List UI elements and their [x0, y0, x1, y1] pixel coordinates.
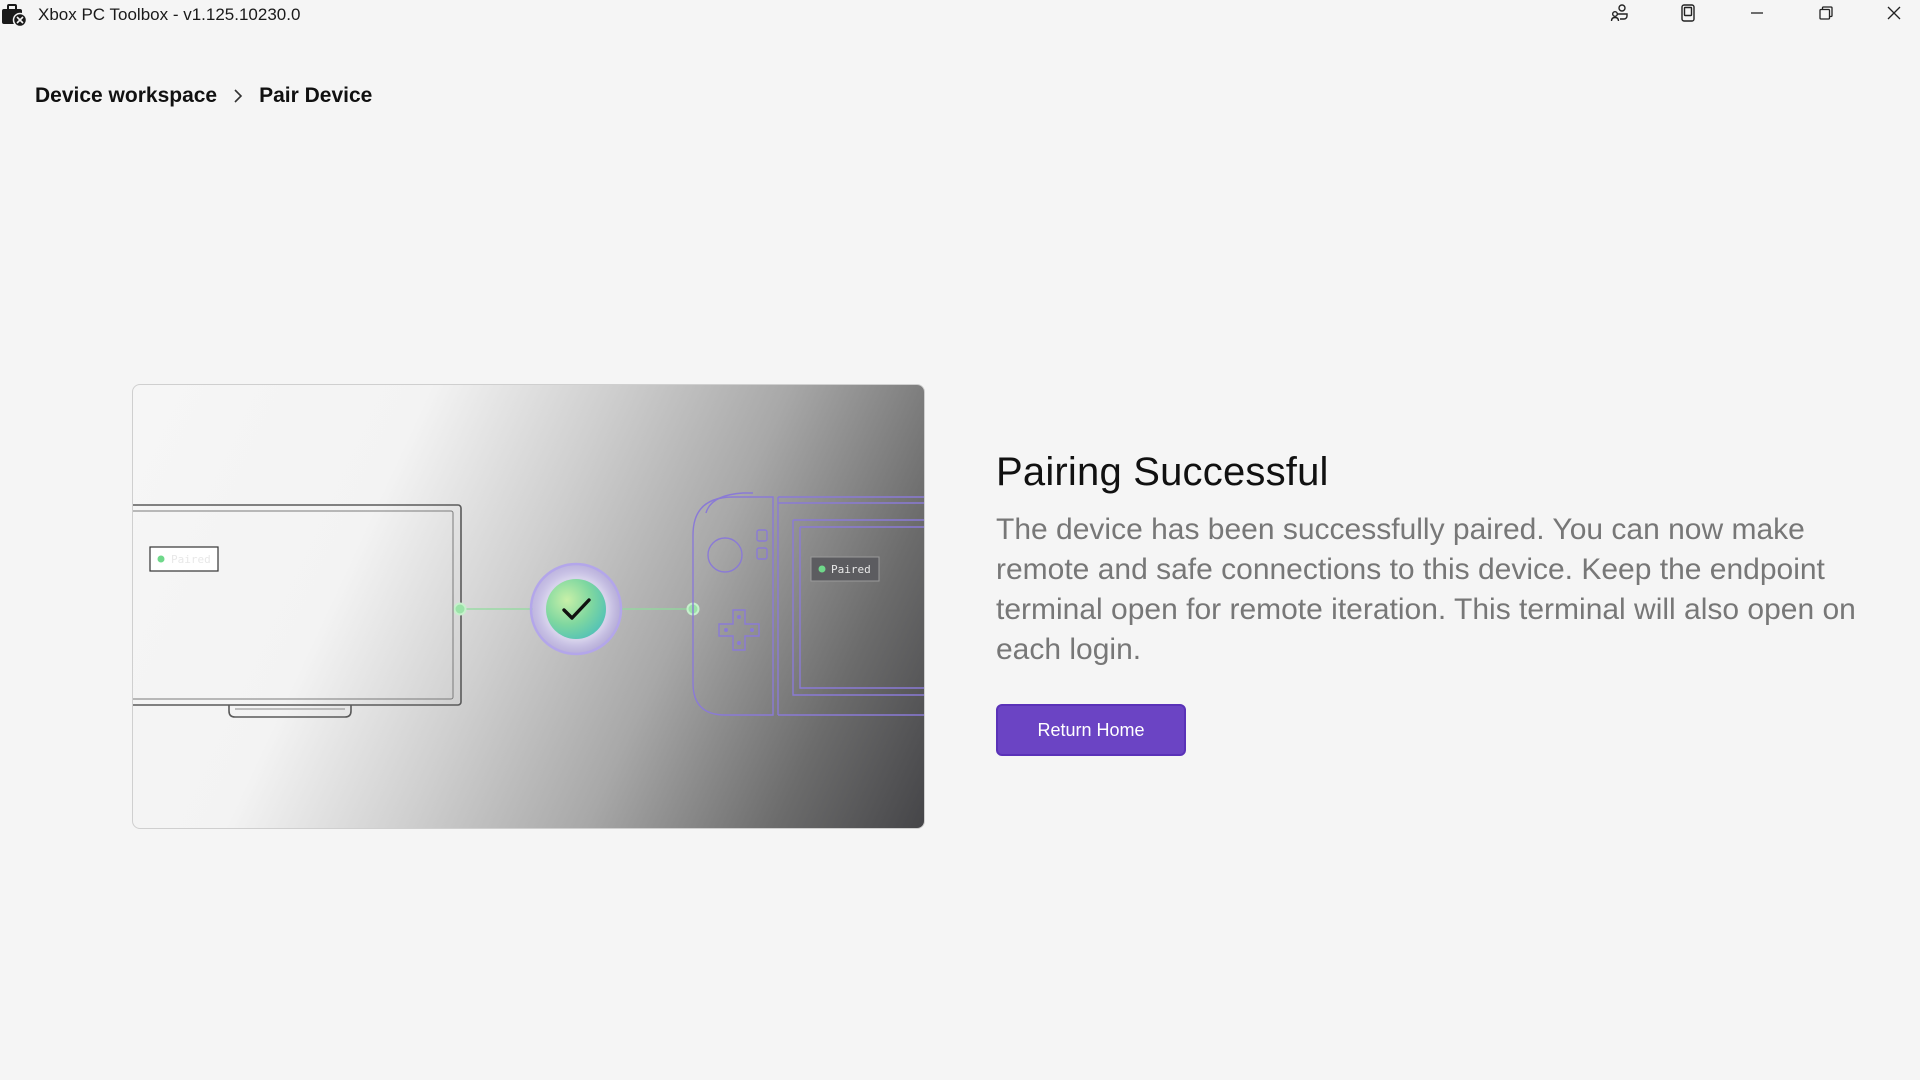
restore-button[interactable]	[1792, 0, 1860, 30]
pairing-description: The device has been successfully paired.…	[996, 513, 1856, 666]
breadcrumb: Device workspace Pair Device	[35, 84, 372, 108]
feedback-button[interactable]	[1586, 0, 1654, 30]
svg-text:Paired: Paired	[171, 553, 211, 566]
page-heading: Pairing Successful	[996, 450, 1329, 494]
window-title: Xbox PC Toolbox - v1.125.10230.0	[38, 5, 301, 24]
breadcrumb-device-workspace[interactable]: Device workspace	[35, 84, 217, 108]
breadcrumb-pair-device: Pair Device	[259, 84, 373, 107]
pairing-illustration: Paired Paired	[132, 384, 925, 829]
close-button[interactable]	[1860, 0, 1920, 30]
minimize-icon	[1749, 5, 1765, 26]
clipboard-icon	[1679, 3, 1697, 28]
close-icon	[1886, 5, 1902, 26]
svg-text:Paired: Paired	[831, 563, 871, 576]
handheld-console-icon	[692, 492, 924, 716]
restore-icon	[1818, 5, 1834, 26]
people-icon	[1610, 3, 1630, 28]
return-home-button[interactable]: Return Home	[996, 704, 1186, 756]
chevron-right-icon	[233, 89, 243, 103]
toolbox-app-icon	[0, 2, 28, 28]
minimize-button[interactable]	[1723, 0, 1791, 30]
check-circle-icon	[529, 562, 623, 656]
title-bar: Xbox PC Toolbox - v1.125.10230.0	[0, 0, 1920, 30]
device-button[interactable]	[1654, 0, 1722, 30]
pairing-result-panel: Pairing Successful The device has been s…	[996, 448, 1876, 756]
monitor-icon: Paired	[133, 504, 462, 718]
